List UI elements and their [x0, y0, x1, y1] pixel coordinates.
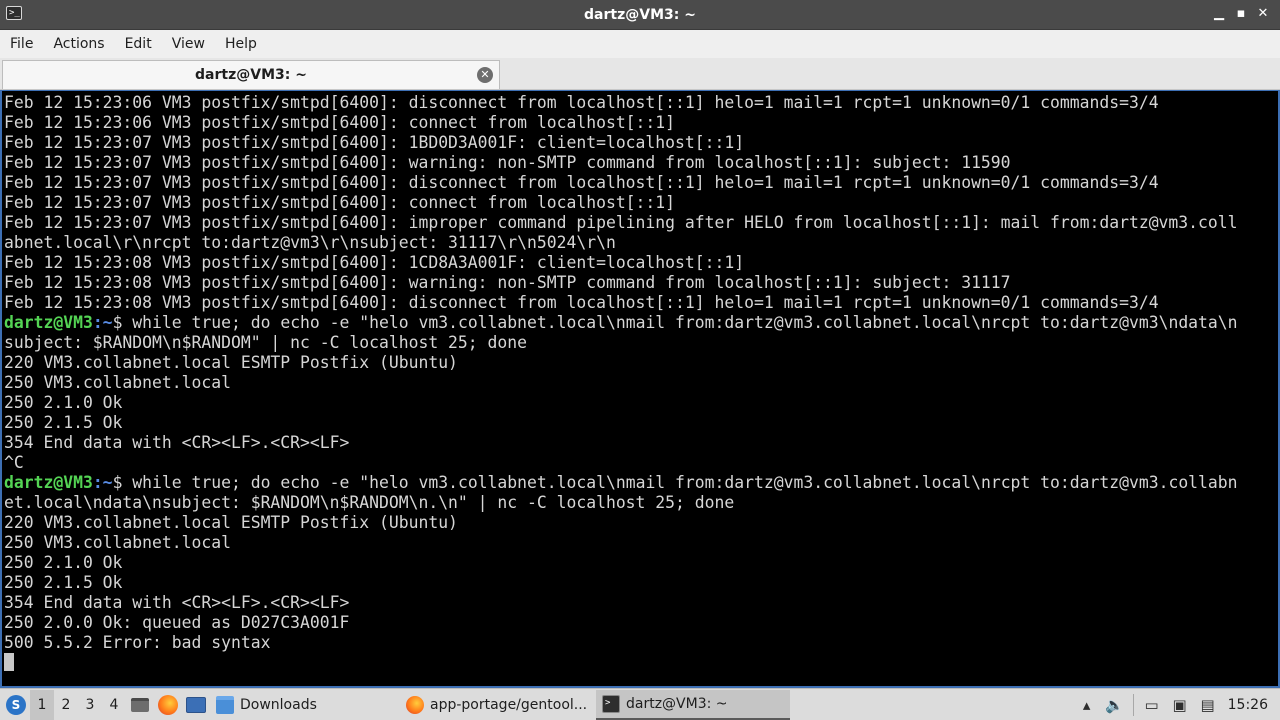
terminal-output-line: Feb 12 15:23:08 VM3 postfix/smtpd[6400]:… [4, 253, 745, 272]
menu-help[interactable]: Help [225, 36, 257, 52]
clock: 15:26 [1227, 696, 1268, 713]
task-downloads[interactable]: Downloads [210, 690, 400, 720]
terminal-output-line: 250 2.1.0 Ok [4, 393, 123, 412]
start-menu-icon: S [6, 694, 26, 715]
folder-icon [216, 695, 234, 714]
terminal-output-line: et.local\ndata\nsubject: $RANDOM\n$RANDO… [4, 493, 735, 512]
terminal-output-line: 250 2.1.5 Ok [4, 413, 123, 432]
tray-arrow-icon[interactable]: ▴ [1073, 690, 1101, 720]
prompt-suffix: $ [112, 313, 123, 332]
window-title: dartz@VM3: ~ [584, 6, 696, 23]
terminal-output-line: 250 VM3.collabnet.local [4, 373, 231, 392]
quicklaunch-show-desktop[interactable] [182, 690, 210, 720]
quicklaunch-firefox[interactable] [154, 690, 182, 720]
file-manager-icon [131, 697, 149, 712]
prompt-path: :~ [92, 313, 113, 332]
window-titlebar: >_ dartz@VM3: ~ ▁ ▪ ✕ [0, 0, 1280, 30]
terminal-output-line: 354 End data with <CR><LF>.<CR><LF> [4, 433, 350, 452]
terminal-output-line: 250 VM3.collabnet.local [4, 533, 231, 552]
prompt-user: dartz@VM3 [4, 473, 93, 492]
menu-actions[interactable]: Actions [53, 36, 104, 52]
prompt-suffix: $ [112, 473, 123, 492]
menu-file[interactable]: File [10, 36, 33, 52]
terminal-app-icon: >_ [6, 6, 22, 20]
terminal-output-line: 354 End data with <CR><LF>.<CR><LF> [4, 593, 350, 612]
system-tray: ▴ 🔈 ▭ ▣ ▤ 15:26 [1073, 690, 1280, 720]
quicklaunch-file-manager[interactable] [126, 690, 154, 720]
terminal-output-line: Feb 12 15:23:06 VM3 postfix/smtpd[6400]:… [4, 113, 676, 132]
terminal-output-line: Feb 12 15:23:07 VM3 postfix/smtpd[6400]:… [4, 193, 676, 212]
tab-terminal[interactable]: dartz@VM3: ~ ✕ [2, 60, 500, 89]
terminal-cursor-line [4, 653, 1278, 673]
command-text: while true; do echo -e "helo vm3.collabn… [122, 313, 1238, 332]
window-controls: ▁ ▪ ✕ [1212, 5, 1270, 23]
display-icon[interactable]: ▤ [1194, 690, 1222, 720]
terminal-output-line: Feb 12 15:23:07 VM3 postfix/smtpd[6400]:… [4, 153, 1011, 172]
workspace-2[interactable]: 2 [54, 690, 78, 720]
task-label: app-portage/gentool... [430, 696, 588, 713]
tab-close-icon[interactable]: ✕ [477, 67, 493, 83]
desktop-icon [186, 696, 206, 713]
terminal-output-line: subject: $RANDOM\n$RANDOM" | nc -C local… [4, 333, 528, 352]
tab-bar: dartz@VM3: ~ ✕ [0, 58, 1280, 90]
terminal-output-line: Feb 12 15:23:07 VM3 postfix/smtpd[6400]:… [4, 213, 1238, 232]
terminal-output-line: Feb 12 15:23:07 VM3 postfix/smtpd[6400]:… [4, 173, 1159, 192]
task-terminal[interactable]: > dartz@VM3: ~ [596, 689, 790, 720]
terminal-command-line: dartz@VM3:~$ while true; do echo -e "hel… [4, 473, 1278, 493]
terminal-output-line: 250 2.0.0 Ok: queued as D027C3A001F [4, 613, 350, 632]
firefox-icon [158, 694, 178, 715]
firefox-icon [406, 695, 424, 714]
terminal-icon: > [602, 694, 620, 713]
close-button[interactable]: ✕ [1256, 5, 1270, 23]
taskbar: S 1 2 3 4 Downloads app-portage/gentool.… [0, 688, 1280, 720]
prompt-path: :~ [92, 473, 113, 492]
terminal-output-line: 220 VM3.collabnet.local ESMTP Postfix (U… [4, 513, 458, 532]
terminal-output-line: ^C [4, 453, 24, 472]
prompt-user: dartz@VM3 [4, 313, 93, 332]
terminal-output-line: abnet.local\r\nrcpt to:dartz@vm3\r\nsubj… [4, 233, 616, 252]
terminal-output[interactable]: Feb 12 15:23:06 VM3 postfix/smtpd[6400]:… [0, 90, 1280, 688]
clipboard-icon[interactable]: ▭ [1138, 690, 1166, 720]
task-label: Downloads [240, 696, 317, 713]
minimize-button[interactable]: ▁ [1212, 5, 1226, 23]
task-label: dartz@VM3: ~ [626, 695, 728, 712]
tab-label: dartz@VM3: ~ [195, 67, 307, 83]
network-icon[interactable]: ▣ [1166, 690, 1194, 720]
terminal-output-line: Feb 12 15:23:06 VM3 postfix/smtpd[6400]:… [4, 93, 1159, 112]
workspace-3[interactable]: 3 [78, 690, 102, 720]
terminal-output-line: 220 VM3.collabnet.local ESMTP Postfix (U… [4, 353, 458, 372]
terminal-output-line: 250 2.1.5 Ok [4, 573, 123, 592]
text-cursor [4, 653, 14, 671]
terminal-output-line: 500 5.5.2 Error: bad syntax [4, 633, 271, 652]
task-firefox[interactable]: app-portage/gentool... [400, 690, 596, 720]
menu-bar: File Actions Edit View Help [0, 30, 1280, 58]
terminal-output-line: Feb 12 15:23:08 VM3 postfix/smtpd[6400]:… [4, 273, 1011, 292]
terminal-output-line: Feb 12 15:23:07 VM3 postfix/smtpd[6400]:… [4, 133, 745, 152]
menu-edit[interactable]: Edit [125, 36, 152, 52]
maximize-button[interactable]: ▪ [1234, 5, 1248, 23]
volume-icon[interactable]: 🔈 [1101, 690, 1129, 720]
workspace-4[interactable]: 4 [102, 690, 126, 720]
workspace-1[interactable]: 1 [30, 689, 54, 720]
tray-separator [1132, 693, 1134, 716]
command-text: while true; do echo -e "helo vm3.collabn… [122, 473, 1238, 492]
terminal-command-line: dartz@VM3:~$ while true; do echo -e "hel… [4, 313, 1278, 333]
app-menu-button[interactable]: S [2, 691, 30, 719]
menu-view[interactable]: View [172, 36, 205, 52]
terminal-output-line: Feb 12 15:23:08 VM3 postfix/smtpd[6400]:… [4, 293, 1159, 312]
terminal-output-line: 250 2.1.0 Ok [4, 553, 123, 572]
